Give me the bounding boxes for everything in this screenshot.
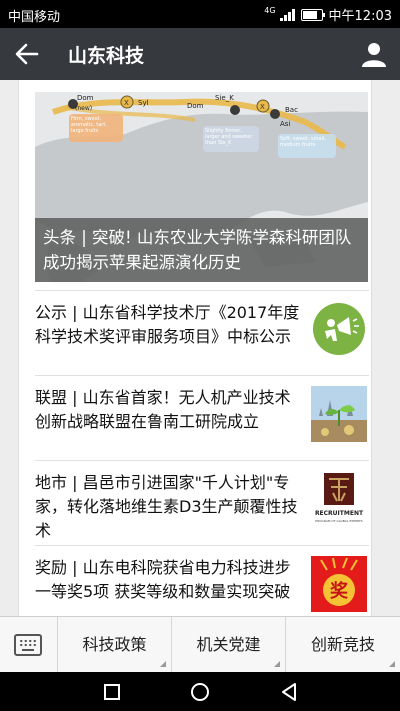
- list-item[interactable]: 公示 | 山东省科学技术厅《2017年度科学技术奖评审服务项目》中标公示: [35, 290, 369, 376]
- award-text: 奖: [330, 580, 349, 602]
- map-label: Dom: [77, 94, 94, 102]
- status-bar: 中国移动 4G 中午12:03: [0, 0, 400, 28]
- recruitment-logo: RECRUITMENT PROGRAM OF GLOBAL EXPERTS: [311, 471, 367, 527]
- list-item[interactable]: 地市 | 昌邑市引进国家"千人计划"专家，转化落地维生素D3生产颠覆性技术 RE…: [35, 460, 369, 546]
- keyboard-toggle-button[interactable]: [0, 617, 58, 673]
- page-title: 山东科技: [68, 45, 145, 67]
- profile-icon[interactable]: [360, 40, 388, 68]
- signal-icon: [279, 8, 295, 21]
- headline-caption[interactable]: 头条 | 突破! 山东农业大学陈学森科研团队成功揭示苹果起源演化历史: [35, 218, 368, 282]
- map-label: (new): [75, 105, 92, 112]
- news-title[interactable]: 地市 | 昌邑市引进国家"千人计划"专家，转化落地维生素D3生产颠覆性技术: [35, 471, 300, 543]
- menu-item-party[interactable]: 机关党建: [172, 617, 286, 673]
- headline-banner[interactable]: X X Dom (new) Syl Sie_K Bac Asi Dom Firm…: [35, 92, 368, 282]
- system-nav-bar: [0, 672, 400, 711]
- annotation-text: Firm, sweet, aromatic, tart, large fruit…: [71, 116, 107, 134]
- map-label: Bac: [285, 106, 298, 114]
- news-title[interactable]: 联盟 | 山东省首家！无人机产业技术创新战略联盟在鲁南工研院成立: [35, 386, 300, 434]
- map-label: Syl: [138, 99, 149, 107]
- list-item[interactable]: 联盟 | 山东省首家！无人机产业技术创新战略联盟在鲁南工研院成立: [35, 375, 369, 461]
- annotation-text: Slightly firmer, larger and sweeter than…: [205, 128, 253, 146]
- recruitment-subtext: PROGRAM OF GLOBAL EXPERTS: [315, 519, 363, 523]
- keyboard-icon: [14, 634, 42, 656]
- recruitment-text: RECRUITMENT: [315, 510, 364, 517]
- carrier-name: 中国移动: [8, 10, 61, 25]
- map-label: Sie_K: [215, 94, 234, 102]
- clock: 中午12:03: [328, 9, 392, 24]
- bottom-menu: 科技政策 机关党建 创新竞技: [0, 616, 400, 673]
- status-icons: 4G 中午12:03: [264, 5, 392, 24]
- menu-item-innovation[interactable]: 创新竞技: [286, 617, 400, 673]
- home-icon[interactable]: [190, 682, 210, 702]
- back-nav-icon[interactable]: [279, 682, 299, 702]
- recents-icon[interactable]: [102, 682, 122, 702]
- back-arrow-icon[interactable]: [12, 40, 42, 68]
- list-item[interactable]: 奖励 | 山东电科院获省电力科技进步一等奖5项 获奖等级和数量实现突破 奖: [35, 545, 369, 616]
- news-title[interactable]: 奖励 | 山东电科院获省电力科技进步一等奖5项 获奖等级和数量实现突破: [35, 556, 300, 604]
- annotation-text: Soft, sweet, small, medium fruits: [280, 136, 326, 148]
- map-label: Dom: [187, 102, 204, 110]
- map-label: Asi: [280, 120, 290, 128]
- award-image: 奖: [311, 556, 367, 612]
- news-title[interactable]: 公示 | 山东省科学技术厅《2017年度科学技术奖评审服务项目》中标公示: [35, 301, 300, 349]
- menu-item-policy[interactable]: 科技政策: [58, 617, 172, 673]
- sprout-image: [311, 386, 367, 442]
- megaphone-icon: [311, 301, 367, 357]
- svg-text:X: X: [260, 103, 265, 111]
- article-list-panel[interactable]: X X Dom (new) Syl Sie_K Bac Asi Dom Firm…: [18, 80, 372, 616]
- app-bar: 山东科技: [0, 28, 400, 80]
- network-type: 4G: [264, 6, 276, 15]
- svg-text:X: X: [124, 99, 129, 107]
- battery-icon: [300, 8, 325, 21]
